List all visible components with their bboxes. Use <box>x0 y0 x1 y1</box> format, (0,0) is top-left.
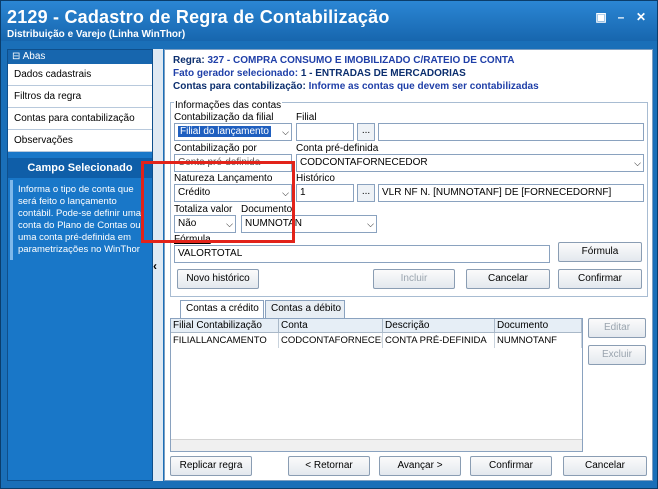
filial-label: Filial <box>296 112 317 123</box>
title-bar: 2129 - Cadastro de Regra de Contabilizaç… <box>1 1 657 41</box>
group-label: Informações das contas <box>174 100 283 111</box>
conta-pre-select[interactable]: CODCONTAFORNECEDOR ⌵ <box>296 154 644 172</box>
column-header[interactable]: Descrição <box>383 319 495 333</box>
filial-code-input[interactable] <box>296 123 354 141</box>
sidebar: ⊟ Abas Dados cadastrais Filtros da regra… <box>7 49 153 481</box>
restore-icon[interactable]: ▣ <box>593 9 609 25</box>
retornar-button[interactable]: < Retornar <box>288 456 370 476</box>
cancelar-form-button[interactable]: Cancelar <box>466 269 550 289</box>
historico-lookup-button[interactable]: ... <box>357 184 375 202</box>
sidebar-item-dados-cadastrais[interactable]: Dados cadastrais <box>8 64 152 86</box>
excluir-button[interactable]: Excluir <box>588 345 646 365</box>
tab-contas-credito[interactable]: Contas a crédito <box>180 300 264 318</box>
selected-field-help: Informa o tipo de conta que será feito o… <box>10 180 150 260</box>
column-header[interactable]: Documento <box>495 319 582 333</box>
contab-filial-select[interactable]: Filial do lançamento ⌵ <box>174 123 292 141</box>
highlight-box <box>141 161 295 243</box>
novo-historico-button[interactable]: Novo histórico <box>177 269 259 289</box>
historico-text-input[interactable]: VLR NF N. [NUMNOTANF] DE [FORNECEDORNF] <box>378 184 644 202</box>
rule-header: Regra: 327 - COMPRA CONSUMO E IMOBILIZAD… <box>165 50 652 96</box>
sidebar-item-contas[interactable]: Contas para contabilização <box>8 108 152 130</box>
contab-filial-label: Contabilização da filial <box>174 112 274 123</box>
confirmar-form-button[interactable]: Confirmar <box>558 269 642 289</box>
horizontal-scrollbar[interactable] <box>171 439 582 451</box>
column-header[interactable]: Conta <box>279 319 383 333</box>
main-panel: Regra: 327 - COMPRA CONSUMO E IMOBILIZAD… <box>164 49 653 481</box>
window-title: 2129 - Cadastro de Regra de Contabilizaç… <box>7 7 390 27</box>
chevron-down-icon: ⌵ <box>367 219 374 229</box>
formula-button[interactable]: Fórmula <box>558 242 642 262</box>
table-cell[interactable]: CODCONTAFORNECEDOR <box>279 333 383 348</box>
conta-pre-label: Conta pré-definida <box>296 143 379 154</box>
historico-code-input[interactable]: 1 <box>296 184 354 202</box>
contas-value: Informe as contas que devem ser contabil… <box>308 81 539 92</box>
accounts-table: Filial Contabilização Conta Descrição Do… <box>170 318 583 452</box>
app-window: 2129 - Cadastro de Regra de Contabilizaç… <box>0 0 658 489</box>
sidebar-item-observacoes[interactable]: Observações <box>8 130 152 152</box>
table-cell[interactable]: NUMNOTANF <box>495 333 582 348</box>
close-icon[interactable]: ✕ <box>633 9 649 25</box>
sidebar-item-filtros[interactable]: Filtros da regra <box>8 86 152 108</box>
confirmar-button[interactable]: Confirmar <box>470 456 552 476</box>
column-header[interactable]: Filial Contabilização <box>171 319 279 333</box>
sidebar-header[interactable]: ⊟ Abas <box>8 50 152 64</box>
chevron-down-icon: ⌵ <box>634 158 641 168</box>
window-subtitle: Distribuição e Varejo (Linha WinThor) <box>7 29 186 40</box>
filial-desc-input[interactable] <box>378 123 644 141</box>
footer: Replicar regra < Retornar Avançar > Conf… <box>165 454 652 480</box>
contab-por-label: Contabilização por <box>174 143 257 154</box>
filial-lookup-button[interactable]: ... <box>357 123 375 141</box>
cancelar-button[interactable]: Cancelar <box>563 456 647 476</box>
editar-button[interactable]: Editar <box>588 318 646 338</box>
collapse-arrow-icon[interactable]: ‹ <box>153 259 157 273</box>
regra-value: 327 - COMPRA CONSUMO E IMOBILIZADO C/RAT… <box>207 55 515 66</box>
selected-field-title: Campo Selecionado <box>8 158 152 178</box>
tab-contas-debito[interactable]: Contas a débito <box>265 300 345 318</box>
replicar-regra-button[interactable]: Replicar regra <box>170 456 252 476</box>
table-cell[interactable]: FILIALLANCAMENTO <box>171 333 279 348</box>
formula-input[interactable]: VALORTOTAL <box>174 245 550 263</box>
fato-value: 1 - ENTRADAS DE MERCADORIAS <box>300 68 466 79</box>
incluir-button[interactable]: Incluir <box>373 269 455 289</box>
minimize-icon[interactable]: – <box>613 9 629 25</box>
historico-label: Histórico <box>296 173 335 184</box>
avancar-button[interactable]: Avançar > <box>379 456 461 476</box>
table-cell[interactable]: CONTA PRÉ-DEFINIDA <box>383 333 495 348</box>
chevron-down-icon: ⌵ <box>282 127 289 137</box>
splitter[interactable]: ‹ <box>153 49 163 481</box>
